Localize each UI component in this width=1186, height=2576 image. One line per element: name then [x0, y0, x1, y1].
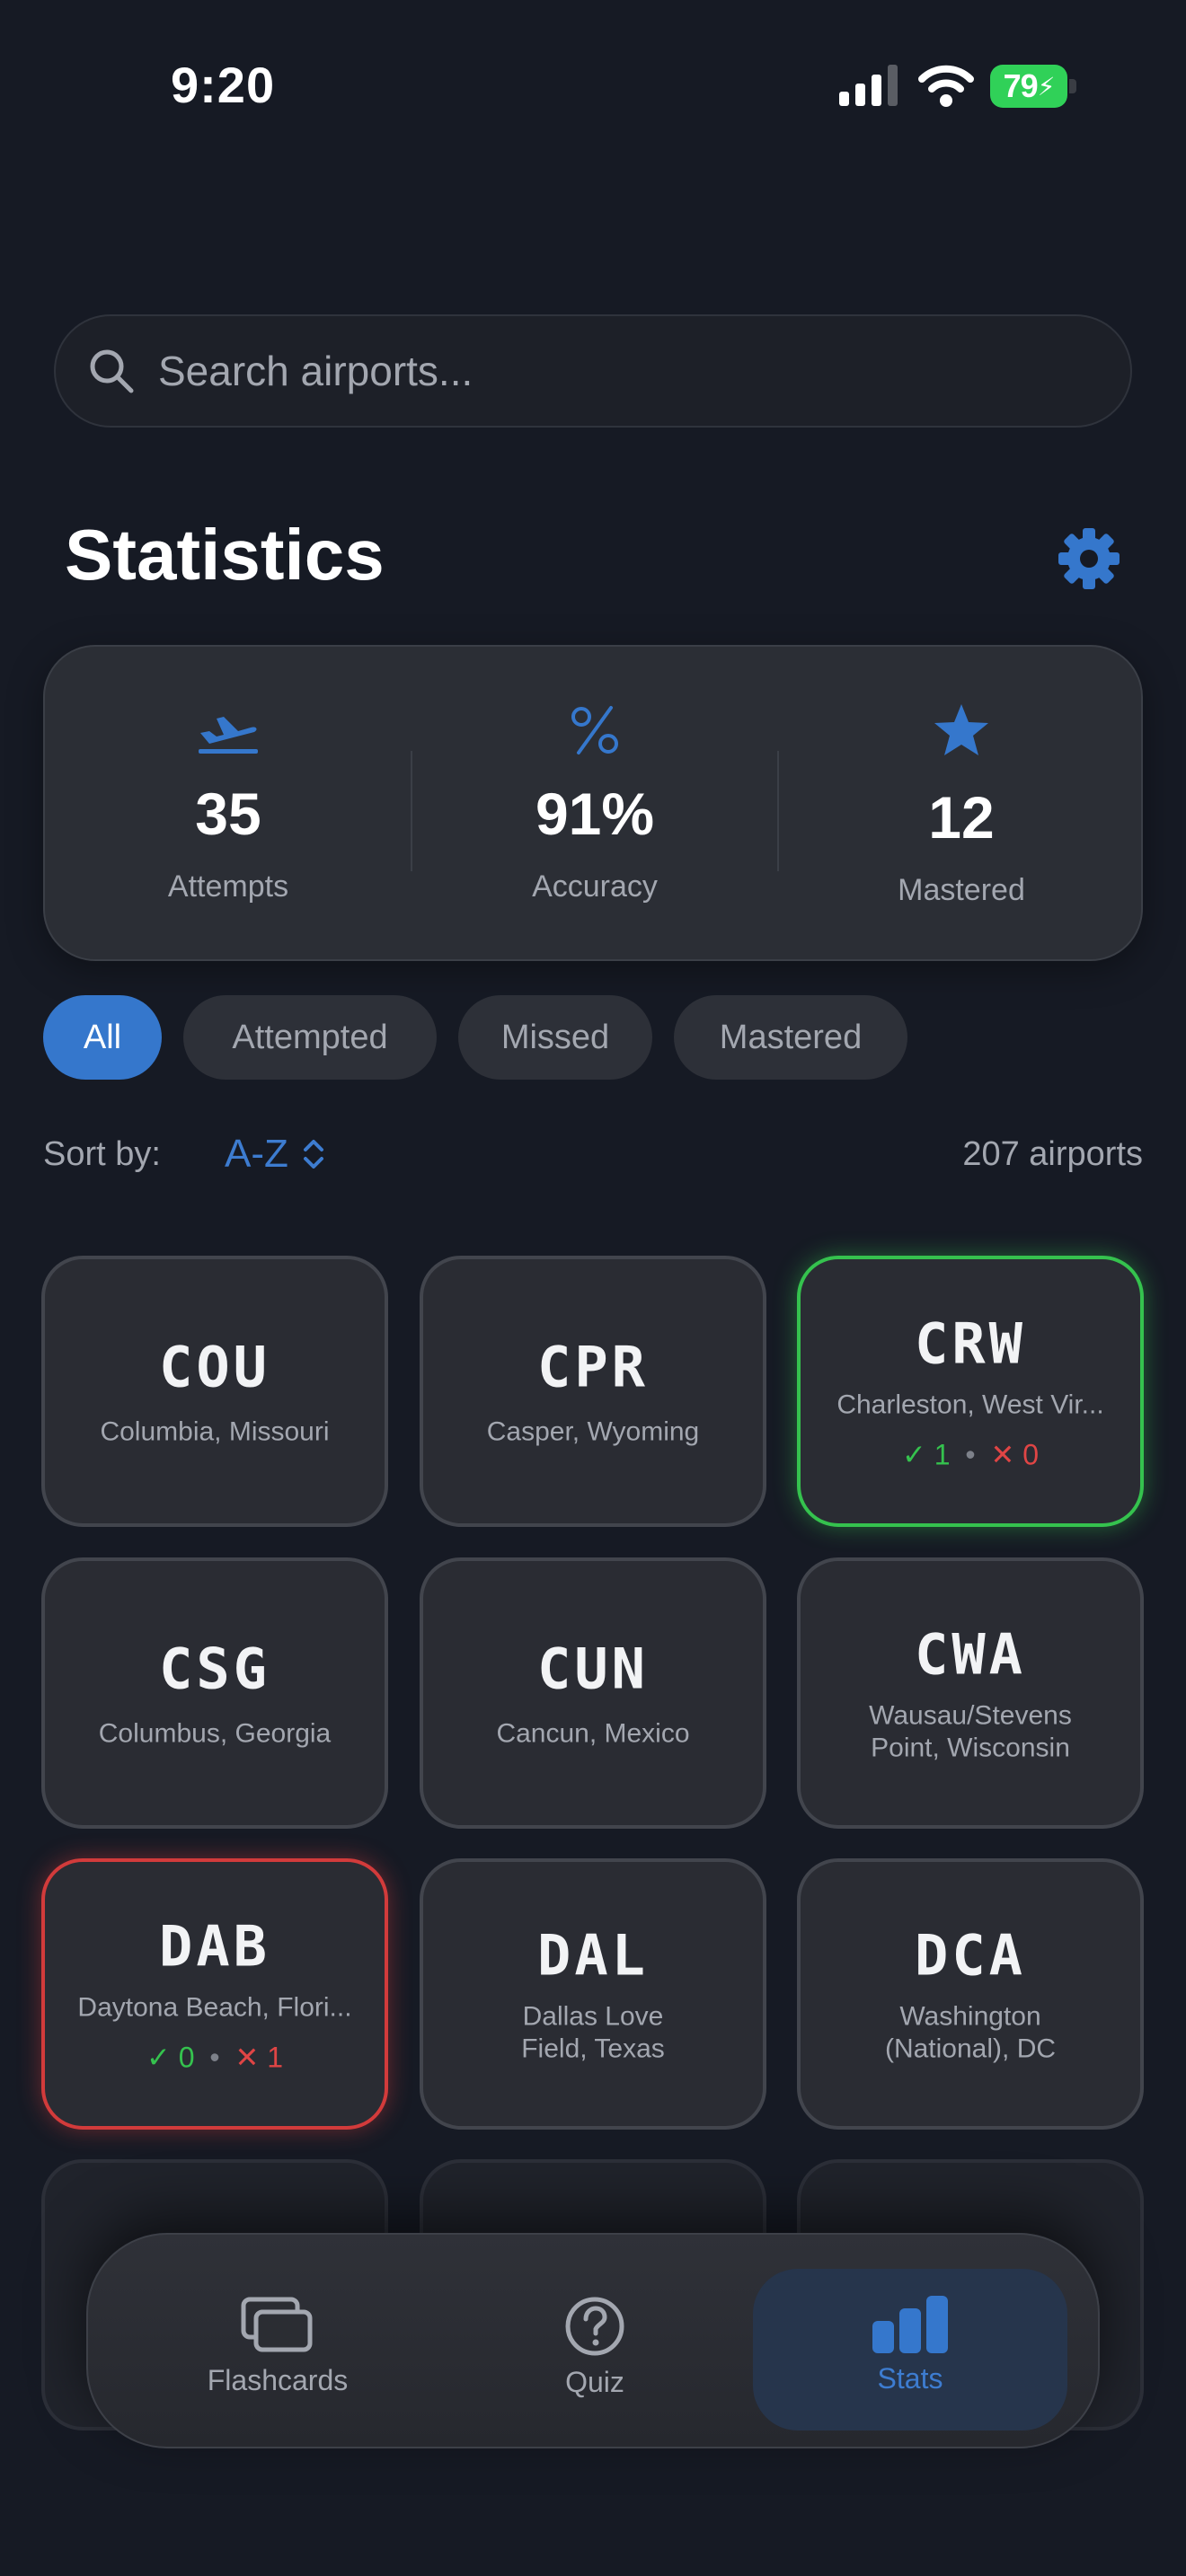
airport-code: CRW — [915, 1310, 1026, 1377]
separator-dot: • — [209, 2041, 220, 2074]
sort-value: A-Z — [225, 1132, 288, 1176]
chevron-up-down-icon — [303, 1140, 323, 1169]
check-icon: ✓ — [902, 1438, 926, 1471]
wrong-count: 0 — [1022, 1438, 1039, 1471]
airport-city: Cancun, Mexico — [496, 1718, 690, 1749]
stats-summary-card: 35 Attempts 91% Accuracy 12 Mastered — [43, 645, 1143, 961]
filter-all[interactable]: All — [43, 995, 162, 1080]
filter-mastered[interactable]: Mastered — [674, 995, 907, 1080]
tab-label: Stats — [877, 2362, 943, 2395]
airport-card[interactable]: CSG Columbus, Georgia — [41, 1557, 388, 1829]
correct-count: 0 — [178, 2041, 195, 2074]
airport-city: Casper, Wyoming — [486, 1416, 700, 1447]
airport-card[interactable]: DAL Dallas Love Field, Texas — [420, 1858, 766, 2130]
airport-city: Washington (National), DC — [884, 2001, 1057, 2064]
filter-attempted[interactable]: Attempted — [183, 995, 437, 1080]
stat-label: Mastered — [898, 873, 1025, 907]
airport-code: DAB — [159, 1913, 270, 1980]
wifi-icon — [918, 65, 974, 107]
question-circle-icon — [565, 2297, 624, 2356]
page-title: Statistics — [65, 515, 385, 595]
percent-icon — [571, 706, 618, 754]
airport-card[interactable]: CPR Casper, Wyoming — [420, 1256, 766, 1527]
airport-count: 207 airports — [962, 1135, 1143, 1173]
cellular-signal-icon — [839, 65, 898, 106]
airport-card[interactable]: CUN Cancun, Mexico — [420, 1557, 766, 1829]
airport-code: CPR — [537, 1334, 649, 1400]
airport-code: CWA — [915, 1621, 1026, 1688]
separator-dot: • — [965, 1438, 976, 1471]
cross-icon: ✕ — [990, 1438, 1015, 1471]
search-bar[interactable] — [54, 314, 1132, 428]
stat-value: 35 — [195, 781, 261, 847]
airport-city: Charleston, West Vir... — [836, 1389, 1104, 1420]
battery-indicator: 79 ⚡ — [990, 65, 1076, 108]
airport-city: Dallas Love Field, Texas — [521, 2001, 665, 2064]
filter-missed[interactable]: Missed — [458, 995, 652, 1080]
airport-city: Columbus, Georgia — [98, 1718, 332, 1749]
sort-label: Sort by: — [43, 1135, 161, 1173]
cards-icon — [241, 2297, 313, 2352]
airport-code: DCA — [915, 1922, 1026, 1989]
tab-flashcards[interactable]: Flashcards — [120, 2269, 435, 2430]
tab-label: Quiz — [565, 2366, 624, 2398]
stat-value: 12 — [928, 784, 995, 851]
gear-icon[interactable] — [1057, 526, 1121, 591]
stat-attempts: 35 Attempts — [45, 647, 412, 963]
star-icon — [934, 704, 988, 755]
airport-code: DAL — [537, 1922, 649, 1989]
bar-chart-icon — [872, 2296, 948, 2353]
tab-label: Flashcards — [207, 2364, 349, 2396]
correct-count: 1 — [934, 1438, 951, 1471]
stat-value: 91% — [535, 781, 655, 847]
search-icon — [90, 349, 134, 393]
sort-selector[interactable]: A-Z — [225, 1132, 326, 1177]
score-summary: ✓ 0 • ✕ 1 — [45, 2041, 385, 2075]
cross-icon: ✕ — [235, 2041, 260, 2074]
stat-accuracy: 91% Accuracy — [412, 647, 778, 963]
status-time: 9:20 — [171, 57, 276, 113]
airport-city: Wausau/Stevens Point, Wisconsin — [869, 1700, 1072, 1763]
search-input[interactable] — [158, 347, 1057, 395]
score-summary: ✓ 1 • ✕ 0 — [801, 1438, 1140, 1472]
tab-quiz[interactable]: Quiz — [438, 2269, 752, 2430]
stat-mastered: 12 Mastered — [778, 647, 1145, 963]
airport-code: CSG — [159, 1636, 270, 1702]
tab-bar: Flashcards Quiz Stats — [86, 2233, 1100, 2448]
battery-level: 79 — [1003, 67, 1039, 104]
airport-card[interactable]: COU Columbia, Missouri — [41, 1256, 388, 1527]
airport-card-mastered[interactable]: CRW Charleston, West Vir... ✓ 1 • ✕ 0 — [797, 1256, 1144, 1527]
airport-card[interactable]: DCA Washington (National), DC — [797, 1858, 1144, 2130]
airport-city: Columbia, Missouri — [100, 1416, 330, 1447]
airport-card-missed[interactable]: DAB Daytona Beach, Flori... ✓ 0 • ✕ 1 — [41, 1858, 388, 2130]
airport-code: CUN — [537, 1636, 649, 1702]
stat-label: Attempts — [167, 869, 289, 904]
plane-departure-icon — [199, 717, 258, 754]
airport-city: Daytona Beach, Flori... — [77, 1992, 352, 2023]
airport-code: COU — [159, 1334, 270, 1400]
airport-card[interactable]: CWA Wausau/Stevens Point, Wisconsin — [797, 1557, 1144, 1829]
check-icon: ✓ — [146, 2041, 171, 2074]
stat-label: Accuracy — [532, 869, 658, 904]
tab-stats[interactable]: Stats — [753, 2269, 1067, 2430]
scroll-fade — [0, 2461, 1186, 2576]
wrong-count: 1 — [267, 2041, 283, 2074]
